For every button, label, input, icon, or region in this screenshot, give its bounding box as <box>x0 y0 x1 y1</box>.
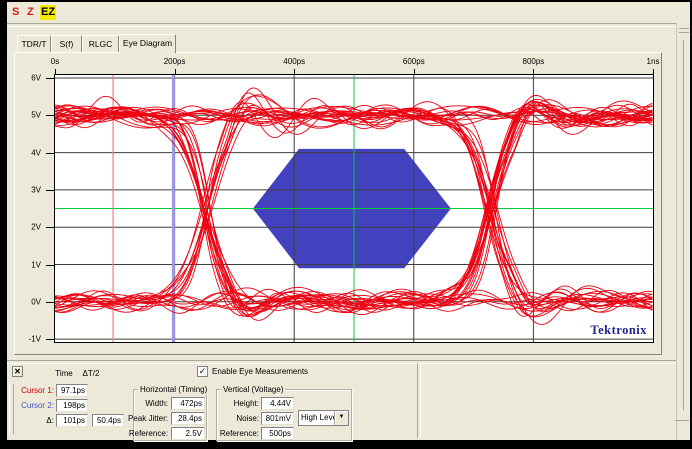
x-tick-mark <box>175 69 176 74</box>
y-tick-mark <box>46 115 54 116</box>
z-impedance-icon[interactable]: Z <box>27 5 34 20</box>
screen: S Z EZ TDR/TS(f)RLGCEye Diagram Tektroni… <box>0 0 692 449</box>
panel-divider <box>417 363 421 438</box>
y-tick-mark <box>46 78 54 79</box>
noise-level-dropdown[interactable]: High Level ▼ <box>298 410 349 426</box>
y-tick-mark <box>46 339 54 340</box>
y-tick-label: -1V <box>15 335 41 344</box>
x-tick-mark <box>55 69 56 74</box>
tab-eye-diagram[interactable]: Eye Diagram <box>119 34 176 53</box>
x-tick-mark <box>294 69 295 74</box>
delta-t-half-column-header: ΔT/2 <box>76 368 106 379</box>
peak-jitter-field[interactable]: 28.4ps <box>171 412 205 425</box>
y-tick-label: 1V <box>15 260 41 269</box>
tab-bar: TDR/TS(f)RLGCEye Diagram <box>17 33 176 52</box>
noise-label: Noise: <box>219 412 259 425</box>
eye-plot <box>55 75 653 342</box>
y-tick-label: 6V <box>15 74 41 83</box>
y-tick-label: 2V <box>15 223 41 232</box>
cursor2-time-field[interactable]: 198ps <box>56 399 88 412</box>
width-label: Width: <box>128 397 168 410</box>
y-tick-label: 4V <box>15 148 41 157</box>
y-tick-mark <box>46 153 54 154</box>
horizontal-reference-field[interactable]: 2.5V <box>171 427 205 440</box>
x-tick-label: 400ps <box>283 57 305 66</box>
plot-frame: Tektronix <box>54 74 654 343</box>
tab-tdr-t[interactable]: TDR/T <box>17 35 51 52</box>
y-tick-mark <box>46 302 54 303</box>
delta-t-half-field[interactable]: 50.4ps <box>92 414 124 427</box>
toolbar: S Z EZ <box>7 2 690 23</box>
x-tick-label: 800ps <box>522 57 544 66</box>
x-tick-mark <box>533 69 534 74</box>
vertical-reference-label: Reference: <box>215 427 259 440</box>
width-field[interactable]: 472ps <box>171 397 205 410</box>
app-window: S Z EZ TDR/TS(f)RLGCEye Diagram Tektroni… <box>7 2 690 440</box>
vertical-splitter[interactable] <box>683 40 684 410</box>
tab-page: Tektronix 0s 200ps 400ps 600ps 800ps 1ns 6V 5V 4… <box>14 52 662 355</box>
y-tick-mark <box>46 190 54 191</box>
tektronix-logo: Tektronix <box>590 323 647 338</box>
height-field[interactable]: 4.44V <box>261 397 294 410</box>
ez-mode-icon[interactable]: EZ <box>40 5 56 20</box>
cursor2-label: Cursor 2: <box>12 399 54 412</box>
x-tick-mark <box>653 69 654 74</box>
s-parameter-icon[interactable]: S <box>12 5 19 20</box>
x-tick-mark <box>414 69 415 74</box>
enable-eye-measurements-checkbox[interactable]: ✓ <box>197 366 208 377</box>
enable-eye-measurements-label: Enable Eye Measurements <box>212 366 308 377</box>
peak-jitter-label: Peak Jitter: <box>124 412 168 425</box>
vertical-voltage-group: Vertical (Voltage) Height: 4.44V Noise: … <box>216 389 352 441</box>
close-panel-button[interactable]: ✕ <box>12 366 23 377</box>
splitter-handle-mark[interactable] <box>679 28 689 29</box>
measurement-panel: ✕ Time ΔT/2 Cursor 1: 97.1ps Cursor 2: 1… <box>7 360 690 440</box>
horizontal-reference-label: Reference: <box>126 427 168 440</box>
y-tick-mark <box>46 227 54 228</box>
vertical-voltage-title: Vertical (Voltage) <box>221 385 285 395</box>
horizontal-timing-group: Horizontal (Timing) Width: 472ps Peak Ji… <box>133 389 207 441</box>
tab-rlgc[interactable]: RLGC <box>82 35 119 52</box>
height-label: Height: <box>219 397 259 410</box>
dropdown-arrow-icon[interactable]: ▼ <box>334 411 348 425</box>
delta-time-field[interactable]: 101ps <box>56 414 88 427</box>
x-tick-label: 0s <box>51 57 59 66</box>
tab-s-f-[interactable]: S(f) <box>51 35 82 52</box>
toolbar-separator <box>7 23 676 27</box>
cursor1-label: Cursor 1: <box>12 384 54 397</box>
delta-label: Δ: <box>12 414 54 427</box>
x-tick-label: 600ps <box>403 57 425 66</box>
horizontal-timing-title: Horizontal (Timing) <box>138 385 209 395</box>
y-tick-label: 5V <box>15 111 41 120</box>
cursor1-time-field[interactable]: 97.1ps <box>56 384 88 397</box>
panel-top-groove <box>7 360 676 364</box>
y-tick-mark <box>46 265 54 266</box>
time-column-header: Time <box>50 368 78 379</box>
x-tick-label: 1ns <box>647 57 660 66</box>
y-tick-label: 3V <box>15 185 41 194</box>
vertical-reference-field[interactable]: 500ps <box>261 427 294 440</box>
splitter-handle-mark[interactable] <box>679 32 689 33</box>
noise-field[interactable]: 801mV <box>261 412 294 425</box>
y-tick-label: 0V <box>15 297 41 306</box>
x-tick-label: 200ps <box>164 57 186 66</box>
